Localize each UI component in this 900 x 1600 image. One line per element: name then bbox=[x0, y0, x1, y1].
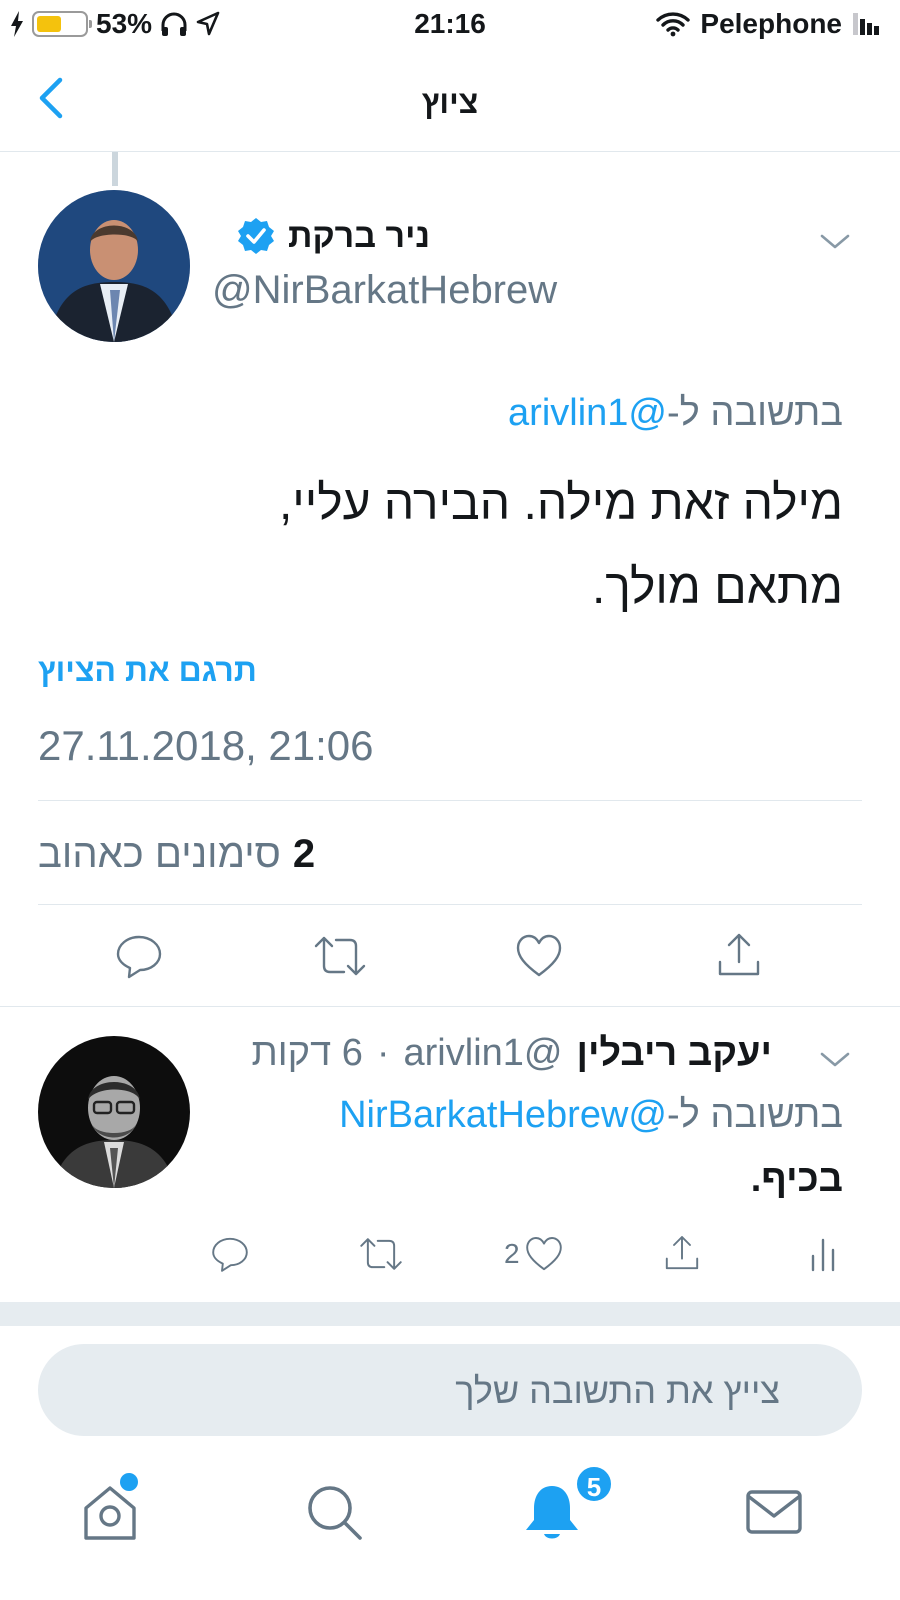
thread-connector bbox=[112, 152, 118, 186]
reply-author-handle[interactable]: @arivlin1 bbox=[404, 1032, 563, 1075]
share-icon bbox=[718, 933, 760, 976]
reply-text: בכיף. bbox=[750, 1158, 843, 1200]
reply-author-avatar[interactable] bbox=[38, 1036, 190, 1188]
reply-to-link[interactable]: @arivlin1 bbox=[508, 392, 667, 434]
reply-context: בתשובה ל-@arivlin1 bbox=[508, 392, 843, 435]
likes-count: 2 bbox=[292, 832, 316, 876]
likes-summary[interactable]: 2 סימונים כאהוב bbox=[38, 832, 315, 877]
tweet-text-line: מילה זאת מילה. הבירה עליי, bbox=[278, 477, 843, 530]
carrier-name: Pelephone bbox=[700, 8, 842, 39]
reply-composer[interactable]: צייץ את התשובה שלך bbox=[38, 1344, 862, 1436]
wifi-icon bbox=[656, 12, 691, 37]
nav-bar: ציוץ bbox=[0, 56, 900, 152]
divider bbox=[38, 904, 862, 905]
likes-label: סימונים כאהוב bbox=[38, 832, 281, 876]
chevron-down-icon[interactable] bbox=[818, 1048, 852, 1070]
page-title: ציוץ bbox=[421, 84, 479, 120]
reply-prefix: בתשובה ל- bbox=[667, 392, 843, 434]
heart-icon bbox=[525, 1237, 562, 1271]
author-name[interactable]: ניר ברקת bbox=[288, 217, 430, 256]
reply-time: 6 דקות bbox=[251, 1032, 363, 1074]
analytics-icon bbox=[811, 1238, 835, 1272]
reply-header: יעקב ריבלין @arivlin1 · 6 דקות bbox=[252, 1032, 772, 1075]
reply-icon bbox=[116, 935, 162, 979]
share-icon bbox=[665, 1236, 699, 1270]
tab-messages[interactable] bbox=[742, 1480, 812, 1550]
reply-button[interactable] bbox=[114, 932, 164, 980]
share-button[interactable] bbox=[714, 930, 764, 980]
reply-icon bbox=[212, 1237, 248, 1272]
author-avatar[interactable] bbox=[38, 190, 190, 342]
tweet-text-line: מתאם מולך. bbox=[591, 561, 843, 614]
retweet-button[interactable] bbox=[312, 932, 368, 980]
share-button[interactable] bbox=[662, 1232, 702, 1274]
translate-link[interactable]: תרגם את הציוץ bbox=[38, 652, 257, 689]
tab-home[interactable] bbox=[78, 1480, 148, 1550]
chevron-down-icon[interactable] bbox=[818, 230, 852, 252]
like-button[interactable] bbox=[514, 932, 564, 980]
tweet-text: מילה זאת מילה. הבירה עליי, מתאם מולך. bbox=[23, 462, 843, 630]
reply-to-link[interactable]: @NirBarkatHebrew bbox=[339, 1094, 667, 1136]
author-handle[interactable]: @NirBarkatHebrew bbox=[212, 268, 557, 313]
reply-author-name[interactable]: יעקב ריבלין bbox=[576, 1032, 772, 1075]
retweet-icon bbox=[360, 1238, 402, 1270]
mail-icon bbox=[746, 1490, 802, 1534]
reply-context: בתשובה ל-@NirBarkatHebrew bbox=[339, 1094, 843, 1137]
tab-search[interactable] bbox=[302, 1480, 372, 1550]
section-divider bbox=[0, 1006, 900, 1007]
notifications-badge: 5 bbox=[574, 1464, 614, 1504]
like-button[interactable]: 2 bbox=[504, 1234, 564, 1274]
status-right: Pelephone bbox=[656, 8, 882, 40]
divider bbox=[38, 800, 862, 801]
retweet-button[interactable] bbox=[358, 1234, 404, 1274]
retweet-icon bbox=[314, 936, 366, 976]
section-separator-band bbox=[0, 1302, 900, 1326]
status-bar: 53% 21:16 Pelephone bbox=[0, 0, 900, 50]
avatar-photo bbox=[38, 1036, 190, 1188]
home-new-indicator bbox=[120, 1473, 138, 1491]
search-icon bbox=[308, 1486, 362, 1540]
signal-icon bbox=[853, 13, 879, 35]
avatar-photo bbox=[38, 190, 190, 342]
reply-separator: · bbox=[376, 1032, 390, 1074]
heart-icon bbox=[516, 934, 562, 977]
tweet-timestamp: 27.11.2018, 21:06 bbox=[38, 722, 374, 769]
verified-badge-icon bbox=[238, 218, 275, 254]
author-name-row: ניר ברקת bbox=[236, 216, 430, 256]
like-count: 2 bbox=[504, 1238, 520, 1269]
reply-prefix: בתשובה ל- bbox=[667, 1094, 843, 1136]
composer-placeholder: צייץ את התשובה שלך bbox=[455, 1370, 780, 1411]
reply-button[interactable] bbox=[210, 1234, 250, 1274]
analytics-button[interactable] bbox=[808, 1234, 838, 1274]
